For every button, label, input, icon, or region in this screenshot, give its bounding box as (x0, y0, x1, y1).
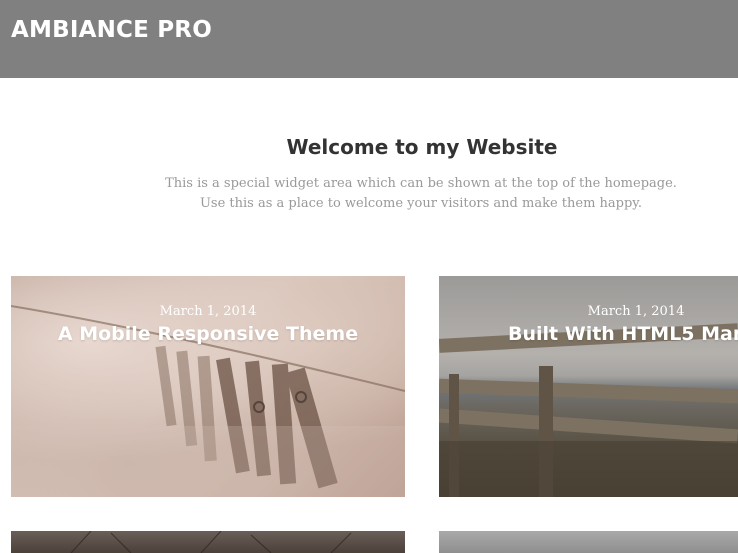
post-date: March 1, 2014 (159, 304, 257, 319)
welcome-text-line-2: Use this as a place to welcome your visi… (199, 196, 643, 211)
post-card-html5[interactable]: March 1, 2014 Built With HTML5 Mark (439, 276, 738, 497)
post-card-fourth[interactable] (439, 531, 738, 553)
post-title[interactable]: Built With HTML5 Mark (508, 323, 738, 345)
welcome-text-line-1: This is a special widget area which can … (165, 176, 677, 191)
gray-photo (439, 531, 738, 553)
post-card-third[interactable] (11, 531, 405, 553)
site-title[interactable]: AMBIANCE PRO (11, 17, 212, 43)
post-title[interactable]: A Mobile Responsive Theme (11, 323, 405, 345)
post-card-mobile-responsive[interactable]: March 1, 2014 A Mobile Responsive Theme (11, 276, 405, 497)
site-header: AMBIANCE PRO (0, 0, 738, 78)
welcome-text: This is a special widget area which can … (151, 174, 691, 214)
post-date: March 1, 2014 (587, 304, 685, 319)
welcome-title: Welcome to my Website (286, 135, 558, 159)
tree-branches-illustration (70, 531, 352, 553)
